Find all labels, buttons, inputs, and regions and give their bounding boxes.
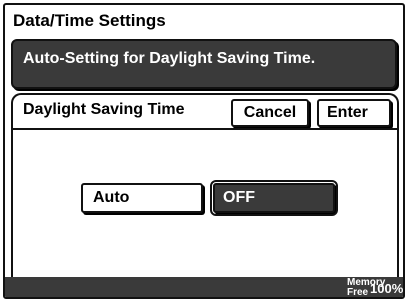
cancel-button[interactable]: Cancel [231,99,309,127]
settings-panel: Daylight Saving Time Cancel Enter Auto O… [11,93,399,277]
status-bar: Memory Free 100% [5,277,404,297]
panel-title: Daylight Saving Time [23,101,185,118]
enter-button[interactable]: Enter [317,99,391,127]
panel-divider [13,128,397,130]
touch-panel-screen: Data/Time Settings Auto-Setting for Dayl… [3,3,405,299]
page-title: Data/Time Settings [13,11,166,30]
off-option-button[interactable]: OFF [210,180,338,216]
message-bar: Auto-Setting for Daylight Saving Time. [11,39,397,89]
message-text: Auto-Setting for Daylight Saving Time. [23,50,316,67]
memory-free-value: 100% [370,281,404,296]
auto-option-button[interactable]: Auto [81,183,203,213]
